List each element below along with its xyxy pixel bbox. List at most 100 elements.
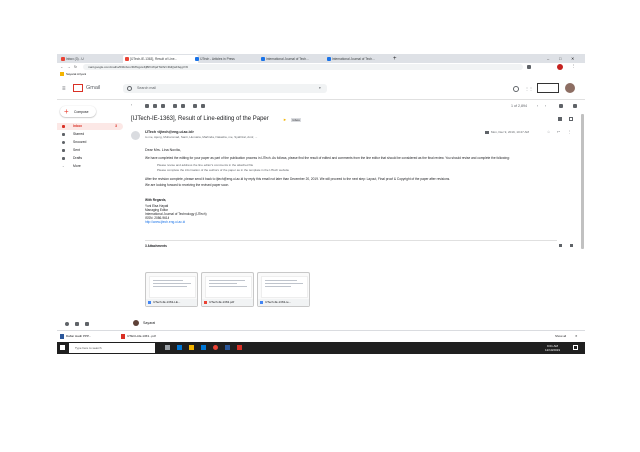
attachment-card[interactable]: IJTech-IE-1363.pdf <box>201 272 254 307</box>
reply-icon[interactable]: ↩ <box>557 130 560 134</box>
download-item[interactable]: Daftar Hadir PPP... <box>66 334 91 338</box>
tab-inbox[interactable]: Inbox (3) - U <box>59 55 128 63</box>
attachment-name: IJTech-IE-1363-te... <box>265 300 292 304</box>
minimize-button[interactable]: – <box>547 55 549 63</box>
avatar[interactable] <box>557 64 563 70</box>
address-input[interactable]: mail.google.com/mail/u/0/#inbox/FMfcgxwK… <box>83 64 523 70</box>
chat-icon[interactable] <box>75 322 79 326</box>
tab-email[interactable]: [IJTech-IE-1363], Result of Line... <box>123 55 198 63</box>
back-icon[interactable]: ← <box>60 65 64 69</box>
attachment-caption: IJTech-IE-1363.pdf <box>202 299 253 306</box>
tab-label: IJTech - Articles in Press <box>200 57 235 61</box>
close-window-button[interactable]: ✕ <box>571 55 574 63</box>
bullet-2: Please complete the information of the a… <box>157 168 290 172</box>
task-view-icon[interactable] <box>165 345 170 350</box>
apps-icon[interactable]: ⋮⋮ <box>525 86 533 91</box>
star-message-icon[interactable]: ☆ <box>547 130 550 134</box>
sidebar-item-snoozed[interactable]: Snoozed <box>57 139 123 146</box>
compose-button[interactable]: + Compose <box>60 106 96 117</box>
acrobat-icon[interactable] <box>237 345 242 350</box>
greeting: Dear Mrs. Lina Novita, <box>145 148 181 152</box>
close-downloads-icon[interactable]: ✕ <box>575 334 578 338</box>
notifications-icon[interactable] <box>573 345 578 350</box>
tab-journal-2[interactable]: International Journal of Tech... <box>325 55 396 63</box>
sidebar-item-sent[interactable]: Sent <box>57 147 123 154</box>
inbox-label-badge[interactable]: Inbox <box>291 118 302 122</box>
open-new-window-icon[interactable] <box>569 117 573 121</box>
search-options-icon[interactable]: ▾ <box>319 86 321 90</box>
profile-avatar[interactable] <box>565 83 575 93</box>
new-tab-button[interactable]: + <box>393 55 397 63</box>
download-all-icon[interactable] <box>559 244 562 247</box>
tab-articles[interactable]: IJTech - Articles in Press <box>193 55 264 63</box>
forward-icon[interactable]: → <box>67 65 71 69</box>
help-icon[interactable] <box>513 86 519 92</box>
attachment-card[interactable]: IJTech-IE-1363-te... <box>257 272 310 307</box>
more-icon[interactable]: ⋮ <box>572 64 576 68</box>
label-icon[interactable] <box>201 104 205 108</box>
print-icon[interactable] <box>558 117 562 121</box>
tab-journal-1[interactable]: International Journal of Tech... <box>259 55 330 63</box>
screen: Inbox (3) - U [IJTech-IE-1363], Result o… <box>57 54 585 354</box>
search-placeholder: Search mail <box>137 86 156 90</box>
archive-icon[interactable] <box>145 104 149 108</box>
scrollbar-thumb[interactable] <box>581 114 584 249</box>
maximize-button[interactable]: □ <box>559 55 561 63</box>
file-explorer-icon[interactable] <box>189 345 194 350</box>
email-subject: [IJTech-IE-1363], Result of Line-editing… <box>131 116 269 122</box>
windows-start-icon[interactable] <box>60 345 65 350</box>
globe-icon <box>195 57 199 61</box>
store-icon[interactable] <box>201 345 206 350</box>
report-spam-icon[interactable] <box>153 104 157 108</box>
older-icon[interactable]: › <box>545 104 546 108</box>
sidebar-item-label: Inbox <box>73 124 83 128</box>
settings-gear-icon[interactable] <box>573 104 577 108</box>
sidebar-item-inbox[interactable]: Inbox 3 <box>57 123 123 130</box>
body-paragraph-3: We are looking forward to receiving the … <box>145 183 230 187</box>
phone-icon[interactable] <box>85 322 89 326</box>
snooze-icon[interactable] <box>181 104 185 108</box>
bookmark-star-icon[interactable] <box>527 65 531 69</box>
delete-icon[interactable] <box>161 104 165 108</box>
sidebar-item-more[interactable]: ⌄ More <box>57 163 123 170</box>
recipient-list[interactable]: to me, Ajeng, Muhammad, Santi, Humaira, … <box>145 135 355 139</box>
reload-icon[interactable]: ↻ <box>74 65 77 69</box>
input-tools-icon[interactable] <box>559 104 563 108</box>
download-item[interactable]: IJTECH-IE-1363...pdf <box>127 334 156 338</box>
important-marker-icon[interactable]: ► <box>283 117 287 122</box>
hangouts-avatar[interactable] <box>133 320 139 326</box>
sidebar-item-starred[interactable]: Starred <box>57 131 123 138</box>
preview-line <box>153 283 191 284</box>
tab-label: [IJTech-IE-1363], Result of Line... <box>130 57 178 61</box>
star-icon <box>62 133 65 136</box>
hangouts-user[interactable]: Sayarat <box>143 321 155 325</box>
more-actions-icon[interactable]: ⋮ <box>568 130 572 134</box>
move-to-icon[interactable] <box>193 104 197 108</box>
search-input[interactable]: Search mail ▾ <box>123 84 327 93</box>
add-to-drive-icon[interactable] <box>570 244 573 247</box>
attachment-name: IJTech-IE-1363-LE... <box>153 300 181 304</box>
sidebar-item-drafts[interactable]: Drafts <box>57 155 123 162</box>
clock-icon <box>62 141 65 144</box>
newer-icon[interactable]: ‹ <box>537 104 538 108</box>
attachment-card[interactable]: IJTech-IE-1363-LE... <box>145 272 198 307</box>
word-app-icon[interactable] <box>225 345 230 350</box>
attachment-caption: IJTech-IE-1363-te... <box>258 299 309 306</box>
person-icon[interactable] <box>65 322 69 326</box>
gmail-brand: Gmail <box>86 85 101 91</box>
mark-unread-icon[interactable] <box>173 104 177 108</box>
chrome-icon[interactable] <box>213 345 218 350</box>
hamburger-icon[interactable]: ≡ <box>62 86 66 92</box>
attachments-heading: 3 Attachments <box>145 244 167 248</box>
gmail-icon <box>61 57 65 61</box>
signature-line: With Regards, <box>145 198 167 202</box>
search-icon[interactable] <box>127 86 132 91</box>
taskbar-search-input[interactable]: Type here to search <box>69 343 155 353</box>
bookmark-item[interactable]: Sayarat Ariyani <box>66 72 86 76</box>
pager-text: 1 of 2,894 <box>511 104 527 108</box>
back-to-inbox-icon[interactable]: ‹ <box>131 103 132 107</box>
show-all-downloads[interactable]: Show all <box>555 334 566 338</box>
signature-link[interactable]: http://www.ijtech.eng.ui.ac.id <box>145 220 185 224</box>
organization-logo <box>537 83 559 93</box>
edge-icon[interactable] <box>177 345 182 350</box>
